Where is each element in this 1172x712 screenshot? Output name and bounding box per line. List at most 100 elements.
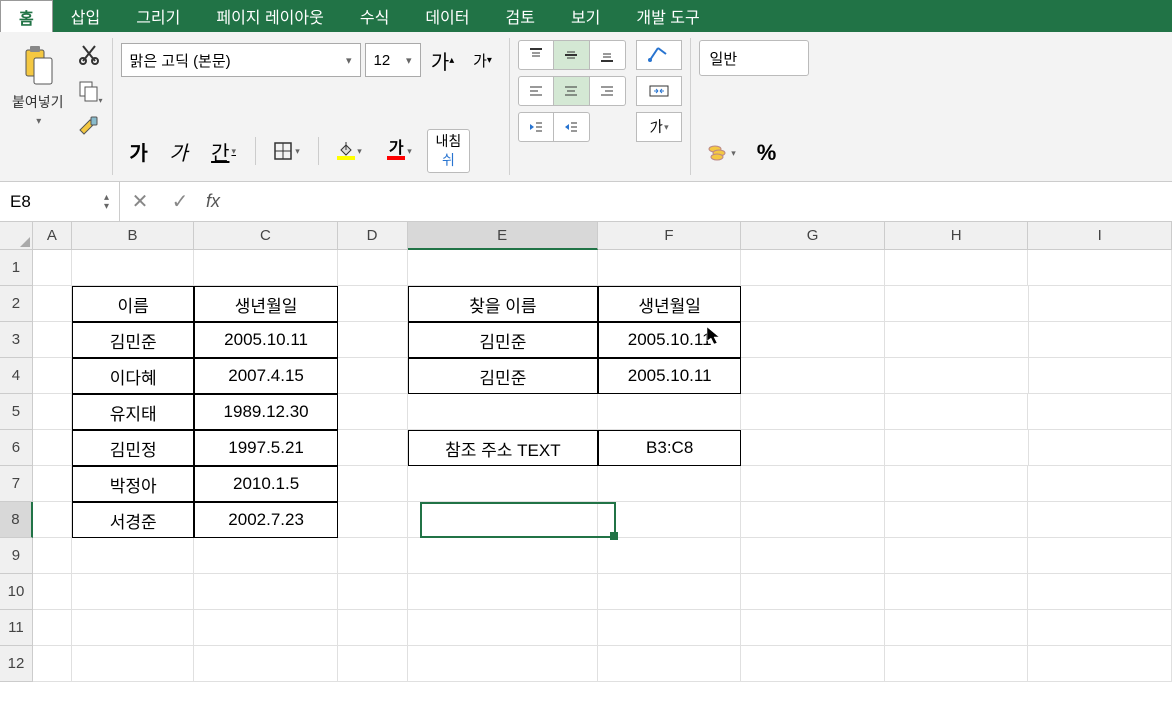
row-header-4[interactable]: 4	[0, 358, 33, 394]
cell-G5[interactable]	[741, 394, 885, 430]
fill-color-button[interactable]: ▾	[327, 131, 373, 171]
cell-G2[interactable]	[741, 286, 885, 322]
cell-H10[interactable]	[885, 574, 1029, 610]
tab-insert[interactable]: 삽입	[53, 0, 118, 32]
number-format-select[interactable]: 일반	[699, 40, 809, 76]
cell-A6[interactable]	[33, 430, 72, 466]
cell-B11[interactable]	[72, 610, 194, 646]
cell-D12[interactable]	[338, 646, 408, 682]
copy-button[interactable]: ▾	[74, 76, 104, 106]
cell-D5[interactable]	[338, 394, 408, 430]
cell-A1[interactable]	[33, 250, 72, 286]
font-grow-button[interactable]: 가▴	[425, 40, 461, 80]
bold-button[interactable]: 가	[121, 131, 157, 171]
cell-D7[interactable]	[338, 466, 408, 502]
cell-H6[interactable]	[885, 430, 1029, 466]
indent-increase-button[interactable]	[554, 112, 590, 142]
row-header-5[interactable]: 5	[0, 394, 33, 430]
cell-E5[interactable]	[408, 394, 598, 430]
cell-C6[interactable]: 1997.5.21	[194, 430, 338, 466]
cell-I8[interactable]	[1028, 502, 1172, 538]
cut-button[interactable]	[74, 40, 104, 70]
tab-data[interactable]: 데이터	[407, 0, 487, 32]
cell-G1[interactable]	[741, 250, 885, 286]
accept-formula-button[interactable]: ✓	[160, 182, 200, 221]
cell-G9[interactable]	[741, 538, 885, 574]
cell-G4[interactable]	[741, 358, 885, 394]
cell-D9[interactable]	[338, 538, 408, 574]
cell-A7[interactable]	[33, 466, 72, 502]
tab-review[interactable]: 검토	[487, 0, 552, 32]
row-header-3[interactable]: 3	[0, 322, 33, 358]
tab-draw[interactable]: 그리기	[118, 0, 198, 32]
cell-A9[interactable]	[33, 538, 72, 574]
cell-D3[interactable]	[338, 322, 408, 358]
font-name-select[interactable]: 맑은 고딕 (본문) ▾	[121, 43, 361, 77]
tab-formulas[interactable]: 수식	[342, 0, 407, 32]
format-painter-button[interactable]	[74, 112, 104, 142]
cell-F7[interactable]	[598, 466, 742, 502]
cell-E1[interactable]	[408, 250, 598, 286]
cell-I6[interactable]	[1029, 430, 1172, 466]
cell-B12[interactable]	[72, 646, 194, 682]
col-header-H[interactable]: H	[885, 222, 1029, 250]
cell-E9[interactable]	[408, 538, 598, 574]
cell-B2[interactable]: 이름	[72, 286, 194, 322]
cell-F2[interactable]: 생년월일	[598, 286, 742, 322]
cell-I5[interactable]	[1028, 394, 1172, 430]
cell-B8[interactable]: 서경준	[72, 502, 194, 538]
cell-B10[interactable]	[72, 574, 194, 610]
tab-view[interactable]: 보기	[553, 0, 618, 32]
cell-C9[interactable]	[194, 538, 338, 574]
cell-C5[interactable]: 1989.12.30	[194, 394, 338, 430]
indent-decrease-button[interactable]	[518, 112, 554, 142]
font-shrink-button[interactable]: 가▾	[465, 40, 501, 80]
cell-D8[interactable]	[338, 502, 408, 538]
cell-E2[interactable]: 찾을 이름	[408, 286, 598, 322]
row-header-8[interactable]: 8	[0, 502, 33, 538]
cell-B6[interactable]: 김민정	[72, 430, 194, 466]
cell-H12[interactable]	[885, 646, 1029, 682]
col-header-B[interactable]: B	[72, 222, 194, 250]
select-all-corner[interactable]	[0, 222, 33, 250]
cell-F10[interactable]	[598, 574, 742, 610]
cell-F5[interactable]	[598, 394, 742, 430]
cell-C8[interactable]: 2002.7.23	[194, 502, 338, 538]
row-header-6[interactable]: 6	[0, 430, 33, 466]
cell-D10[interactable]	[338, 574, 408, 610]
cell-E7[interactable]	[408, 466, 598, 502]
cell-H5[interactable]	[885, 394, 1029, 430]
cell-F9[interactable]	[598, 538, 742, 574]
row-header-11[interactable]: 11	[0, 610, 33, 646]
cell-F1[interactable]	[598, 250, 742, 286]
cell-D6[interactable]	[338, 430, 408, 466]
cell-E4[interactable]: 김민준	[408, 358, 598, 394]
row-header-10[interactable]: 10	[0, 574, 33, 610]
paste-button[interactable]: 붙여넣기 ▾	[8, 40, 68, 131]
cell-C2[interactable]: 생년월일	[194, 286, 338, 322]
tab-home[interactable]: 홈	[0, 0, 53, 32]
cell-E6[interactable]: 참조 주소 TEXT	[408, 430, 598, 466]
col-header-I[interactable]: I	[1028, 222, 1172, 250]
col-header-A[interactable]: A	[33, 222, 72, 250]
cell-H7[interactable]	[885, 466, 1029, 502]
font-color-button[interactable]: 가 ▾	[377, 131, 423, 171]
cell-E8[interactable]	[408, 502, 598, 538]
col-header-D[interactable]: D	[338, 222, 408, 250]
col-header-F[interactable]: F	[598, 222, 742, 250]
cell-I9[interactable]	[1028, 538, 1172, 574]
cell-G10[interactable]	[741, 574, 885, 610]
cell-B9[interactable]	[72, 538, 194, 574]
cell-A11[interactable]	[33, 610, 72, 646]
cell-I7[interactable]	[1028, 466, 1172, 502]
cell-B1[interactable]	[72, 250, 194, 286]
name-box-spinner[interactable]: ▴▾	[104, 193, 109, 211]
cell-B5[interactable]: 유지태	[72, 394, 194, 430]
cell-E10[interactable]	[408, 574, 598, 610]
cell-I12[interactable]	[1028, 646, 1172, 682]
cell-H3[interactable]	[885, 322, 1029, 358]
currency-button[interactable]: ▾	[699, 133, 745, 173]
cell-I2[interactable]	[1029, 286, 1172, 322]
col-header-G[interactable]: G	[741, 222, 885, 250]
cell-D4[interactable]	[338, 358, 408, 394]
